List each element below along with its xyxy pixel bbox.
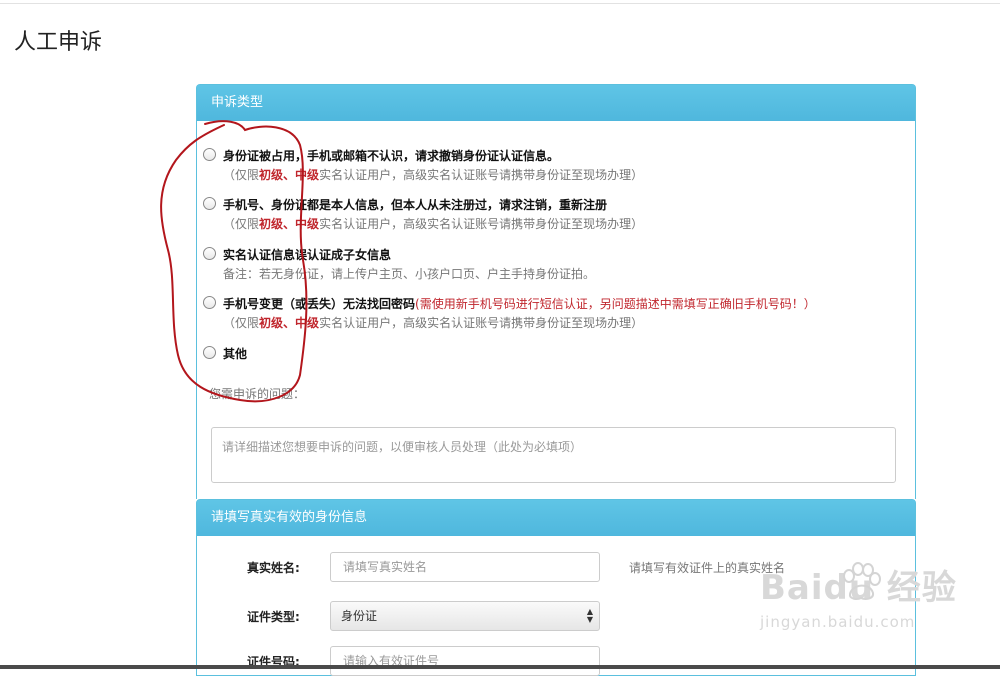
watermark-url: jingyan.baidu.com <box>760 613 916 631</box>
level-junior: 初级 <box>259 316 284 330</box>
option-note: （仅限初级、中级实名认证用户，高级实名认证账号请携带身份证至现场办理） <box>223 168 644 182</box>
level-intermediate: 中级 <box>295 168 320 182</box>
option-label: 其他 <box>223 347 248 361</box>
option-note: 备注：若无身份证，请上传户主页、小孩户口页、户主手持身份证拍。 <box>223 267 596 281</box>
question-textarea[interactable] <box>211 427 896 483</box>
radio-button[interactable] <box>203 346 216 359</box>
complaint-type-heading: 申诉类型 <box>197 85 915 121</box>
option-label: 手机号变更（或丢失）无法找回密码(需使用新手机号码进行短信认证，另问题描述中需填… <box>223 297 816 311</box>
option-note: （仅限初级、中级实名认证用户，高级实名认证账号请携带身份证至现场办理） <box>223 316 644 330</box>
page-title: 人工申诉 <box>14 30 103 55</box>
select-arrows-icon: ▲ ▼ <box>586 607 593 624</box>
radio-button[interactable] <box>203 197 216 210</box>
id-type-label: 证件类型: <box>247 610 300 624</box>
level-junior: 初级 <box>259 217 284 231</box>
complaint-type-panel: 申诉类型 身份证被占用，手机或邮箱不认识，请求撤销身份证认证信息。 （仅限初级、… <box>196 84 916 499</box>
question-label: 您需申诉的问题： <box>209 387 306 401</box>
id-number-input[interactable] <box>330 646 600 676</box>
bottom-edge <box>0 665 1000 669</box>
radio-button[interactable] <box>203 148 216 161</box>
top-divider <box>0 3 1000 4</box>
option-label: 实名认证信息误认证成子女信息 <box>223 248 392 262</box>
identity-info-heading: 请填写真实有效的身份信息 <box>197 500 915 536</box>
id-type-value: 身份证 <box>341 609 378 623</box>
option-warning: (需使用新手机号码进行短信认证，另问题描述中需填写正确旧手机号码！） <box>415 297 816 311</box>
option-label: 手机号、身份证都是本人信息，但本人从未注册过，请求注销，重新注册 <box>223 198 608 212</box>
level-intermediate: 中级 <box>295 316 320 330</box>
level-junior: 初级 <box>259 168 284 182</box>
option-label: 身份证被占用，手机或邮箱不认识，请求撤销身份证认证信息。 <box>223 149 560 163</box>
radio-button[interactable] <box>203 247 216 260</box>
real-name-label: 真实姓名: <box>247 561 300 575</box>
paw-icon <box>843 562 881 600</box>
radio-button[interactable] <box>203 296 216 309</box>
option-note: （仅限初级、中级实名认证用户，高级实名认证账号请携带身份证至现场办理） <box>223 217 644 231</box>
level-intermediate: 中级 <box>295 217 320 231</box>
real-name-input[interactable] <box>330 552 600 582</box>
id-type-select[interactable]: 身份证 ▲ ▼ <box>330 601 600 631</box>
